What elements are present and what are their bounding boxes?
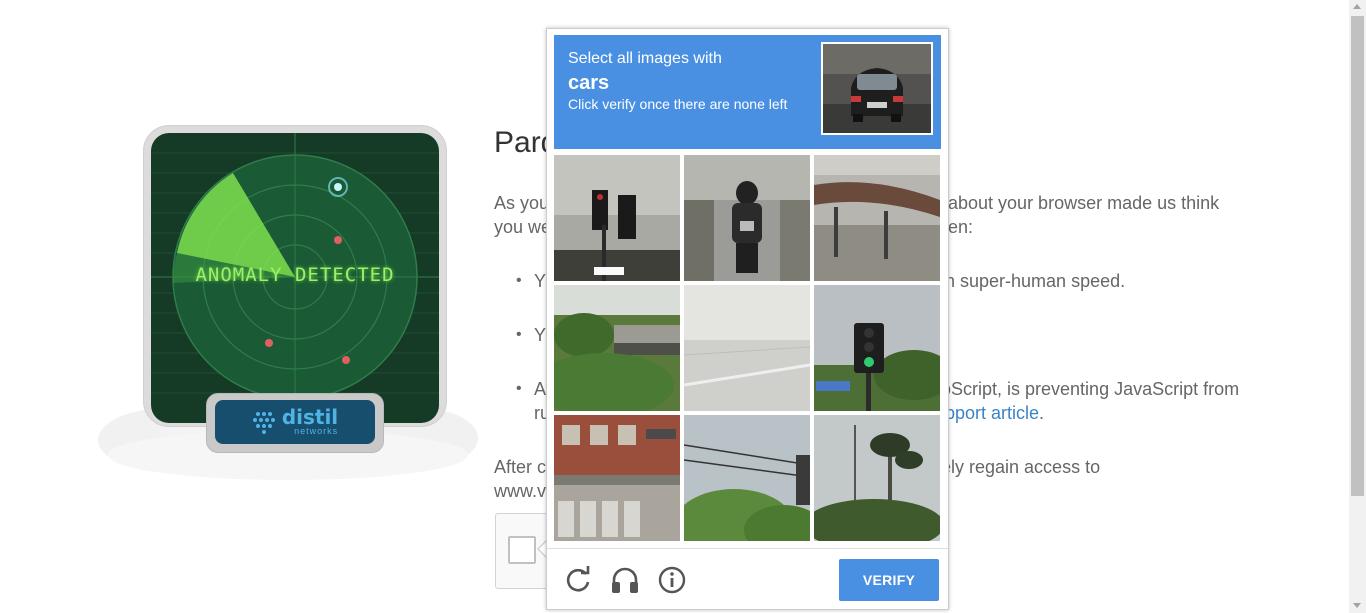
- challenge-header: Select all images with cars Click verify…: [554, 35, 941, 149]
- scroll-up-arrow-icon[interactable]: [1353, 4, 1361, 9]
- challenge-sub-instruction: Click verify once there are none left: [568, 96, 788, 112]
- intro-line-1-left: As you: [494, 193, 550, 213]
- after-line-2-left: www.v: [494, 481, 547, 501]
- distil-logo-icon: [252, 412, 275, 434]
- bullet-3-right: oScript, is preventing JavaScript from: [941, 379, 1240, 399]
- bullet-3-left: A: [534, 379, 547, 399]
- bullet-2: Y: [516, 323, 547, 347]
- page: ANOMALY DETECTED distil networks Pard As…: [0, 0, 1366, 613]
- distil-brand-text: distil: [281, 404, 339, 429]
- bullet-3-period: .: [1039, 403, 1045, 423]
- intro-line-2-left: you we: [494, 217, 552, 237]
- tile-palm-trees[interactable]: [814, 415, 940, 541]
- reload-icon[interactable]: [561, 563, 595, 597]
- scroll-thumb[interactable]: [1351, 16, 1364, 496]
- tile-traffic-light-2[interactable]: [814, 285, 940, 411]
- sample-car-image: [821, 42, 933, 135]
- bullet-2-left: Y: [534, 325, 547, 345]
- distil-badge: distil networks: [206, 393, 384, 453]
- recaptcha-challenge-popup: Select all images with cars Click verify…: [546, 28, 949, 610]
- bullet-3-link-line: pport article.: [945, 401, 1044, 425]
- tile-traffic-light[interactable]: [554, 155, 680, 281]
- tile-road-blank[interactable]: [684, 285, 810, 411]
- challenge-instruction: Select all images with: [568, 50, 722, 67]
- headphones-icon[interactable]: [608, 563, 642, 597]
- bullet-1-right: h super-human speed.: [945, 271, 1126, 291]
- challenge-footer: VERIFY: [547, 548, 948, 610]
- bullet-1: Y: [516, 269, 547, 293]
- after-line-1-left: After c: [494, 457, 547, 477]
- bullet-1-left: Y: [534, 271, 547, 291]
- radar-screen: ANOMALY DETECTED: [151, 133, 439, 423]
- verify-button[interactable]: VERIFY: [839, 559, 939, 601]
- anomaly-illustration: ANOMALY DETECTED distil networks: [88, 120, 480, 490]
- scroll-down-arrow-icon[interactable]: [1353, 603, 1361, 608]
- tile-motorcycle[interactable]: [684, 155, 810, 281]
- info-icon[interactable]: [655, 563, 689, 597]
- bullet-3: A: [516, 377, 547, 401]
- support-article-link[interactable]: pport article: [945, 403, 1039, 423]
- tile-overpass[interactable]: [554, 285, 680, 411]
- tile-power-lines-trees[interactable]: [684, 415, 810, 541]
- intro-line-1-right: about your browser made us think: [948, 193, 1220, 213]
- vertical-scrollbar[interactable]: [1349, 0, 1366, 613]
- intro-line-2-right: en:: [948, 217, 974, 237]
- challenge-keyword: cars: [568, 72, 610, 94]
- tile-bridge-roof[interactable]: [814, 155, 940, 281]
- after-line-1-right: ely regain access to: [941, 457, 1101, 477]
- radar-anomaly-text: ANOMALY DETECTED: [195, 264, 395, 286]
- challenge-image-grid: [554, 155, 942, 543]
- recaptcha-checkbox[interactable]: [508, 536, 536, 564]
- tile-crosswalk-building[interactable]: [554, 415, 680, 541]
